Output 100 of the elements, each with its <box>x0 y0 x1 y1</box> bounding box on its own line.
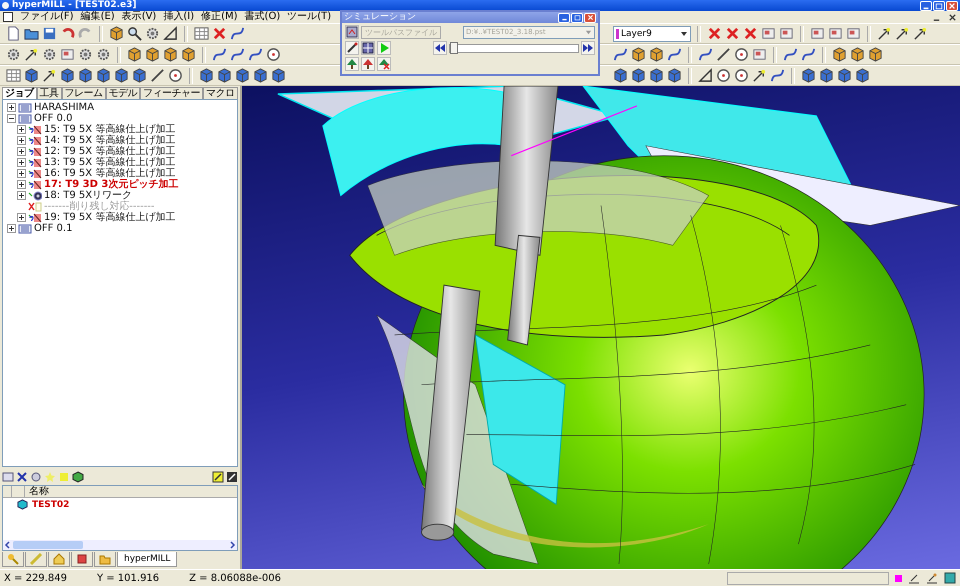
expander-icon[interactable] <box>17 147 26 156</box>
panel-tab[interactable]: ジョブ <box>2 87 36 99</box>
house-icon[interactable] <box>48 552 70 567</box>
triangle-icon[interactable] <box>698 68 713 83</box>
tree-item[interactable]: OFF 0.0 <box>34 113 72 124</box>
rewind-icon[interactable] <box>433 41 447 55</box>
circle-icon[interactable] <box>734 68 749 83</box>
cube-icon[interactable] <box>60 68 75 83</box>
cube-icon[interactable] <box>181 47 196 62</box>
cube-icon[interactable] <box>163 47 178 62</box>
simulation-slider[interactable] <box>449 44 579 52</box>
cube-icon[interactable] <box>801 68 816 83</box>
curve-icon[interactable] <box>212 47 227 62</box>
tree-item[interactable]: 19: T9 5X 等高線仕上げ加工 <box>44 212 176 223</box>
curve-icon[interactable] <box>230 47 245 62</box>
cross-icon[interactable] <box>707 26 722 41</box>
cube-icon[interactable] <box>649 47 664 62</box>
cross-icon[interactable] <box>212 26 227 41</box>
arrow-icon[interactable] <box>913 26 928 41</box>
expander-icon[interactable] <box>17 125 26 134</box>
horizontal-scrollbar[interactable] <box>3 540 237 550</box>
panel-tab[interactable]: フィーチャー <box>140 87 203 99</box>
expander-icon[interactable] <box>17 180 26 189</box>
square-icon[interactable] <box>810 26 825 41</box>
expander-icon[interactable] <box>17 136 26 145</box>
menu-item[interactable]: 挿入(I) <box>163 11 194 23</box>
maximize-button[interactable] <box>571 12 583 22</box>
star-icon[interactable] <box>44 471 56 483</box>
tree-item[interactable]: 15: T9 5X 等高線仕上げ加工 <box>44 124 176 135</box>
cube-icon[interactable] <box>613 68 628 83</box>
tree-item[interactable]: 16: T9 5X 等高線仕上げ加工 <box>44 168 176 179</box>
tree-item[interactable]: 17: T9 3D 3次元ピッチ加工 <box>44 179 178 190</box>
curve-icon[interactable] <box>783 47 798 62</box>
square-icon[interactable] <box>779 26 794 41</box>
panel-tab[interactable]: hyperMILL <box>117 552 178 567</box>
grid-icon[interactable] <box>194 26 209 41</box>
cube-icon[interactable] <box>253 68 268 83</box>
curve-icon[interactable] <box>770 68 785 83</box>
cube-icon[interactable] <box>132 68 147 83</box>
tree-icon[interactable] <box>361 57 375 71</box>
fast-forward-icon[interactable] <box>581 41 595 55</box>
curve-icon[interactable] <box>667 47 682 62</box>
undo-icon[interactable] <box>60 26 75 41</box>
cube-icon[interactable] <box>72 471 84 483</box>
line-icon[interactable] <box>716 47 731 62</box>
grid-icon[interactable] <box>361 41 375 55</box>
cube-icon[interactable] <box>145 47 160 62</box>
curve-icon[interactable] <box>230 26 245 41</box>
cube-icon[interactable] <box>631 47 646 62</box>
tree-icon[interactable] <box>345 57 359 71</box>
triangle-icon[interactable] <box>163 26 178 41</box>
circle-icon[interactable] <box>266 47 281 62</box>
arrow-icon[interactable] <box>752 68 767 83</box>
object-name[interactable]: TEST02 <box>32 500 70 510</box>
arrow-icon[interactable] <box>24 47 39 62</box>
maximize-button[interactable] <box>933 0 945 10</box>
cube-icon[interactable] <box>78 68 93 83</box>
square-icon[interactable] <box>761 26 776 41</box>
tree-item[interactable]: 13: T9 5X 等高線仕上げ加工 <box>44 157 176 168</box>
menu-item[interactable]: ツール(T) <box>287 11 332 23</box>
cube-icon[interactable] <box>235 68 250 83</box>
cube-icon[interactable] <box>96 68 111 83</box>
menu-item[interactable]: ファイル(F) <box>20 11 74 23</box>
cube-icon[interactable] <box>109 26 124 41</box>
panel-tab[interactable]: マクロ <box>203 87 238 99</box>
cube-icon[interactable] <box>667 68 682 83</box>
close-icon[interactable] <box>948 12 957 22</box>
line-icon[interactable] <box>150 68 165 83</box>
grid-icon[interactable] <box>6 68 21 83</box>
search-icon[interactable] <box>127 26 142 41</box>
arrow-icon[interactable] <box>42 68 57 83</box>
cube-icon[interactable] <box>24 68 39 83</box>
cube-icon[interactable] <box>114 68 129 83</box>
menu-item[interactable]: 表示(V) <box>122 11 156 23</box>
scroll-left-icon[interactable] <box>4 541 12 549</box>
square-icon[interactable] <box>752 47 767 62</box>
cube-icon[interactable] <box>127 47 142 62</box>
tree-item[interactable]: 12: T9 5X 等高線仕上げ加工 <box>44 146 176 157</box>
layer-dropdown[interactable]: Layer9 <box>613 26 691 42</box>
cube-icon[interactable] <box>850 47 865 62</box>
close-button[interactable] <box>946 0 958 10</box>
square-icon[interactable] <box>60 47 75 62</box>
minimize-button[interactable] <box>558 12 570 22</box>
curve-icon[interactable] <box>801 47 816 62</box>
expander-icon[interactable] <box>7 103 16 112</box>
cross-icon[interactable] <box>725 26 740 41</box>
cube-icon[interactable] <box>832 47 847 62</box>
expander-icon[interactable] <box>7 224 16 233</box>
tree-item[interactable]: OFF 0.1 <box>34 223 72 234</box>
expander-icon[interactable] <box>17 169 26 178</box>
tree-delete-icon[interactable] <box>377 57 391 71</box>
scroll-right-icon[interactable] <box>228 541 236 549</box>
cad-model-drawing[interactable] <box>277 86 960 569</box>
cube-icon[interactable] <box>217 68 232 83</box>
list-icon[interactable] <box>2 471 14 483</box>
tree-item[interactable]: HARASHIMA <box>34 102 94 113</box>
import-icon[interactable] <box>226 471 238 483</box>
expander-icon[interactable] <box>17 158 26 167</box>
cross-icon[interactable] <box>743 26 758 41</box>
expander-icon[interactable] <box>17 213 26 222</box>
